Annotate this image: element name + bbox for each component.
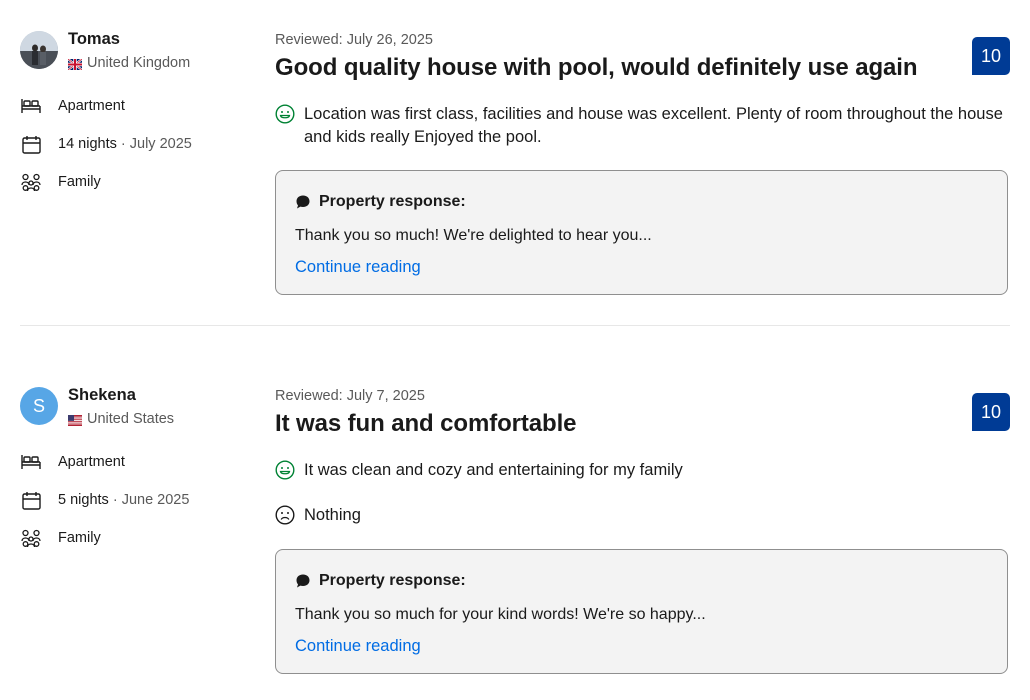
reviewer-avatar[interactable]: [20, 31, 58, 69]
nights: 5 nights: [58, 492, 109, 508]
reviewer-name: Tomas: [68, 30, 120, 48]
reviewer-country: United Kingdom: [67, 55, 191, 71]
country-label: United States: [87, 411, 175, 427]
room-type: Apartment: [58, 98, 125, 114]
positive-text: Location was first class, facilities and…: [304, 105, 1003, 146]
response-heading: Property response:: [295, 193, 466, 211]
response-text: Thank you so much! We're delighted to he…: [295, 227, 652, 244]
dot-separator: ·: [116, 136, 130, 152]
review-date: Reviewed: July 7, 2025: [275, 388, 425, 404]
positive-comment: It was clean and cozy and entertaining f…: [275, 459, 1004, 482]
traveler-type: Family: [20, 527, 101, 549]
calendar-icon: [20, 489, 42, 511]
review-card: S Shekena United States Apartment 5 nigh…: [0, 356, 1030, 700]
country-label: United Kingdom: [87, 55, 191, 71]
stay-duration: 5 nights · June 2025: [20, 489, 189, 511]
property-response: Property response: Thank you so much for…: [275, 549, 1008, 674]
positive-comment: Location was first class, facilities and…: [275, 103, 1004, 149]
stay-date: June 2025: [121, 492, 190, 508]
review-score: 10: [972, 37, 1010, 75]
nights: 14 nights: [58, 136, 117, 152]
review-score: 10: [972, 393, 1010, 431]
stay-duration: 14 nights · July 2025: [20, 133, 192, 155]
family-icon: [20, 527, 42, 549]
positive-text: It was clean and cozy and entertaining f…: [304, 461, 683, 479]
bed-icon: [20, 451, 42, 473]
reviewer-name: Shekena: [68, 386, 136, 404]
us-flag-icon: [68, 414, 82, 426]
smile-icon: [275, 460, 295, 480]
negative-comment: Nothing: [275, 504, 1004, 527]
speech-bubble-icon: [296, 195, 310, 209]
response-heading-label: Property response:: [319, 193, 466, 210]
review-divider: [20, 325, 1010, 326]
response-heading: Property response:: [295, 572, 466, 590]
dot-separator: ·: [108, 492, 122, 508]
response-heading-label: Property response:: [319, 572, 466, 589]
reviewer-avatar[interactable]: S: [20, 387, 58, 425]
response-text: Thank you so much for your kind words! W…: [295, 606, 706, 623]
speech-bubble-icon: [296, 574, 310, 588]
review-title: Good quality house with pool, would defi…: [275, 54, 918, 81]
continue-reading-link[interactable]: Continue reading: [295, 258, 421, 277]
traveler-label: Family: [58, 174, 101, 190]
continue-reading-link[interactable]: Continue reading: [295, 637, 421, 656]
room-type: Apartment: [58, 454, 125, 470]
review-title: It was fun and comfortable: [275, 410, 577, 437]
stay-room: Apartment: [20, 95, 125, 117]
traveler-type: Family: [20, 171, 101, 193]
family-icon: [20, 171, 42, 193]
stay-date: July 2025: [129, 136, 192, 152]
bed-icon: [20, 95, 42, 117]
smile-icon: [275, 104, 295, 124]
stay-room: Apartment: [20, 451, 125, 473]
frown-icon: [275, 505, 295, 525]
reviewer-country: United States: [68, 411, 174, 427]
uk-flag-icon: [67, 57, 83, 71]
negative-text: Nothing: [304, 506, 361, 524]
traveler-label: Family: [58, 530, 101, 546]
property-response: Property response: Thank you so much! We…: [275, 170, 1008, 295]
review-date: Reviewed: July 26, 2025: [275, 32, 433, 48]
calendar-icon: [20, 133, 42, 155]
review-card: Tomas United Kingdom Apartment 14 nights…: [0, 0, 1030, 320]
